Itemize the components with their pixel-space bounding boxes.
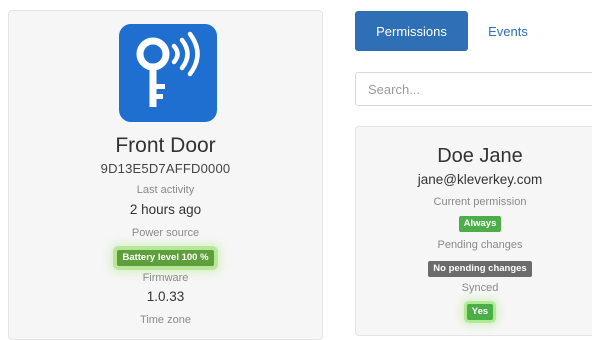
device-card: Front Door 9D13E5D7AFFD0000 Last activit… [8,10,323,340]
user-name: Doe Jane [437,145,523,167]
power-source-label: Power source [131,227,200,239]
synced-badge: Yes [466,304,494,320]
battery-level-badge: Battery level 100 % [117,250,214,266]
last-activity-value: 2 hours ago [129,202,202,217]
battery-badge-wrap: Battery level 100 % [9,247,322,266]
pending-changes-label: Pending changes [437,239,523,251]
tab-events[interactable]: Events [478,11,538,51]
current-permission-label: Current permission [433,196,527,208]
current-permission-badge: Always [458,216,502,232]
current-permission-badge-wrap: Always [356,213,592,232]
time-zone-label: Time zone [140,314,191,326]
tab-permissions[interactable]: Permissions [355,11,468,51]
wireless-key-icon [119,24,217,122]
synced-label: Synced [461,282,499,294]
search-input[interactable] [355,72,592,106]
device-name: Front Door [115,134,216,157]
synced-badge-wrap: Yes [356,301,592,320]
pending-changes-badge-wrap: No pending changes [356,258,592,277]
last-activity-label: Last activity [136,184,195,196]
firmware-label: Firmware [142,272,189,284]
user-permission-card[interactable]: Doe Jane jane@kleverkey.com Current perm… [355,126,592,336]
user-email: jane@kleverkey.com [417,172,543,187]
device-id: 9D13E5D7AFFD0000 [100,161,231,176]
pending-changes-badge: No pending changes [428,261,532,277]
firmware-value: 1.0.33 [146,289,185,304]
